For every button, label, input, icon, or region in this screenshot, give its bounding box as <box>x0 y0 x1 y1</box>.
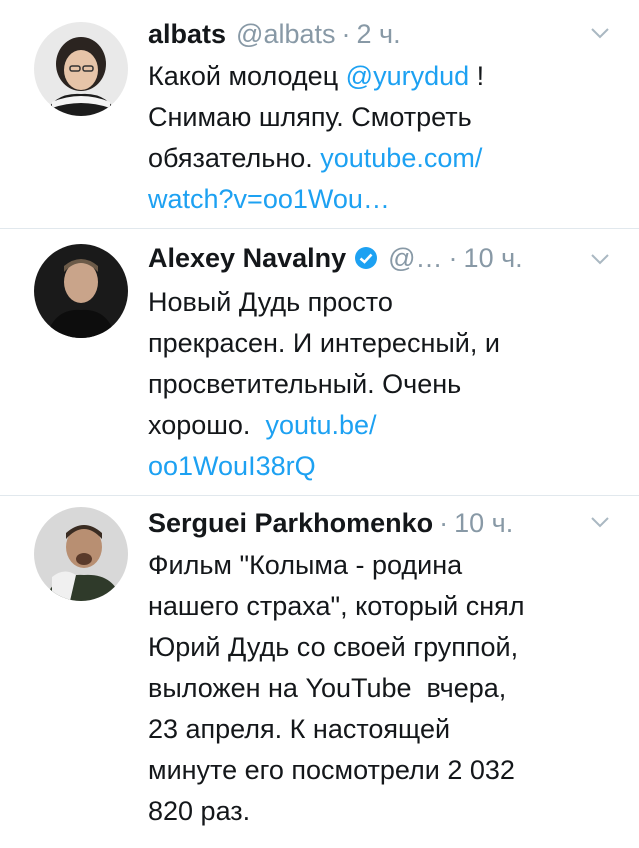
tweet-text: Фильм "Колыма - родина нашего страха", к… <box>148 545 618 832</box>
chevron-down-icon[interactable] <box>589 248 611 270</box>
tweet-text: Какой молодец @yurydud ! Снимаю шляпу. С… <box>148 56 618 220</box>
chevron-down-icon[interactable] <box>589 511 611 533</box>
tweet-text-segment: Какой молодец <box>148 61 346 91</box>
author-handle[interactable]: @albats <box>236 14 335 54</box>
avatar[interactable] <box>34 507 128 601</box>
author-name[interactable]: albats <box>148 14 226 54</box>
avatar[interactable] <box>34 244 128 338</box>
tweet-text-segment: Фильм "Колыма - родина нашего страха", к… <box>148 550 525 826</box>
tweet-header: albats @albats · 2 ч. <box>148 14 615 54</box>
timestamp[interactable]: 10 ч. <box>454 503 513 543</box>
author-name[interactable]: Serguei Parkhomenko <box>148 503 433 543</box>
timestamp[interactable]: 2 ч. <box>357 14 401 54</box>
author-name[interactable]: Alexey Navalny <box>148 238 346 278</box>
author-handle[interactable]: @… <box>388 238 442 278</box>
verified-badge-icon <box>355 247 378 269</box>
timestamp[interactable]: 10 ч. <box>464 238 523 278</box>
divider <box>0 228 639 229</box>
tweet-link[interactable]: @yurydud <box>346 61 469 91</box>
avatar[interactable] <box>34 22 128 116</box>
separator-dot: · <box>439 508 449 538</box>
separator-dot: · <box>341 19 351 49</box>
divider <box>0 495 639 496</box>
tweet-header: Serguei Parkhomenko · 10 ч. <box>148 503 615 543</box>
tweet-header: Alexey Navalny @… · 10 ч. <box>148 238 615 278</box>
chevron-down-icon[interactable] <box>589 22 611 44</box>
tweet-text: Новый Дудь просто прекрасен. И интересны… <box>148 282 618 487</box>
separator-dot: · <box>448 243 458 273</box>
